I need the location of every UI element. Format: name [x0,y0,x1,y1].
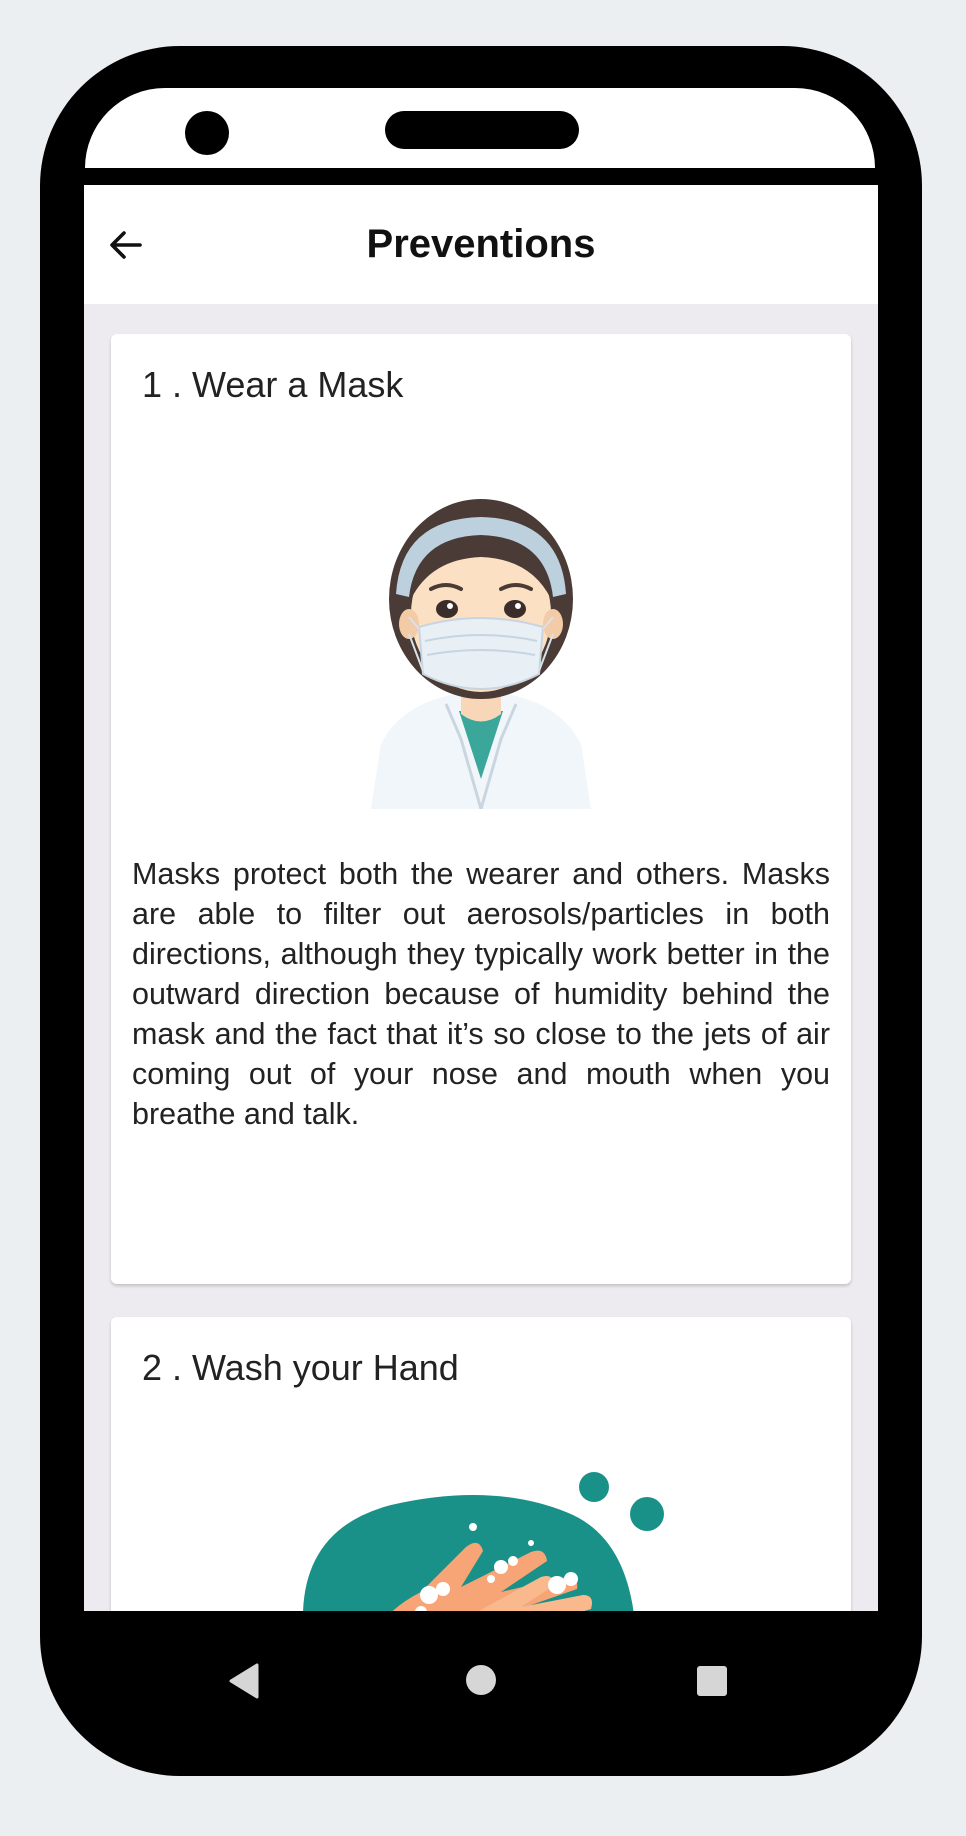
card-description: Masks protect both the wearer and others… [132,857,830,1131]
front-camera [185,111,229,155]
card-title: 2 . Wash your Hand [142,1347,459,1388]
nav-back-icon[interactable] [229,1663,259,1699]
app-bar: Preventions [84,185,878,304]
card-title: 1 . Wear a Mask [142,364,404,405]
prevention-card-handwash: 2 . Wash your Hand [111,1317,851,1611]
android-navigation-bar [84,1611,878,1761]
woman-wearing-mask-illustration [371,499,591,809]
app-screen: Preventions 1 . Wear a Mask Masks protec… [84,185,878,1611]
page-title: Preventions [366,222,596,266]
nav-home-icon[interactable] [464,1663,498,1697]
prevention-card-mask: 1 . Wear a Mask Masks protect both the w… [111,334,851,1284]
earpiece-speaker [385,111,579,149]
nav-recents-icon[interactable] [696,1665,728,1697]
hand-washing-illustration [303,1472,664,1611]
